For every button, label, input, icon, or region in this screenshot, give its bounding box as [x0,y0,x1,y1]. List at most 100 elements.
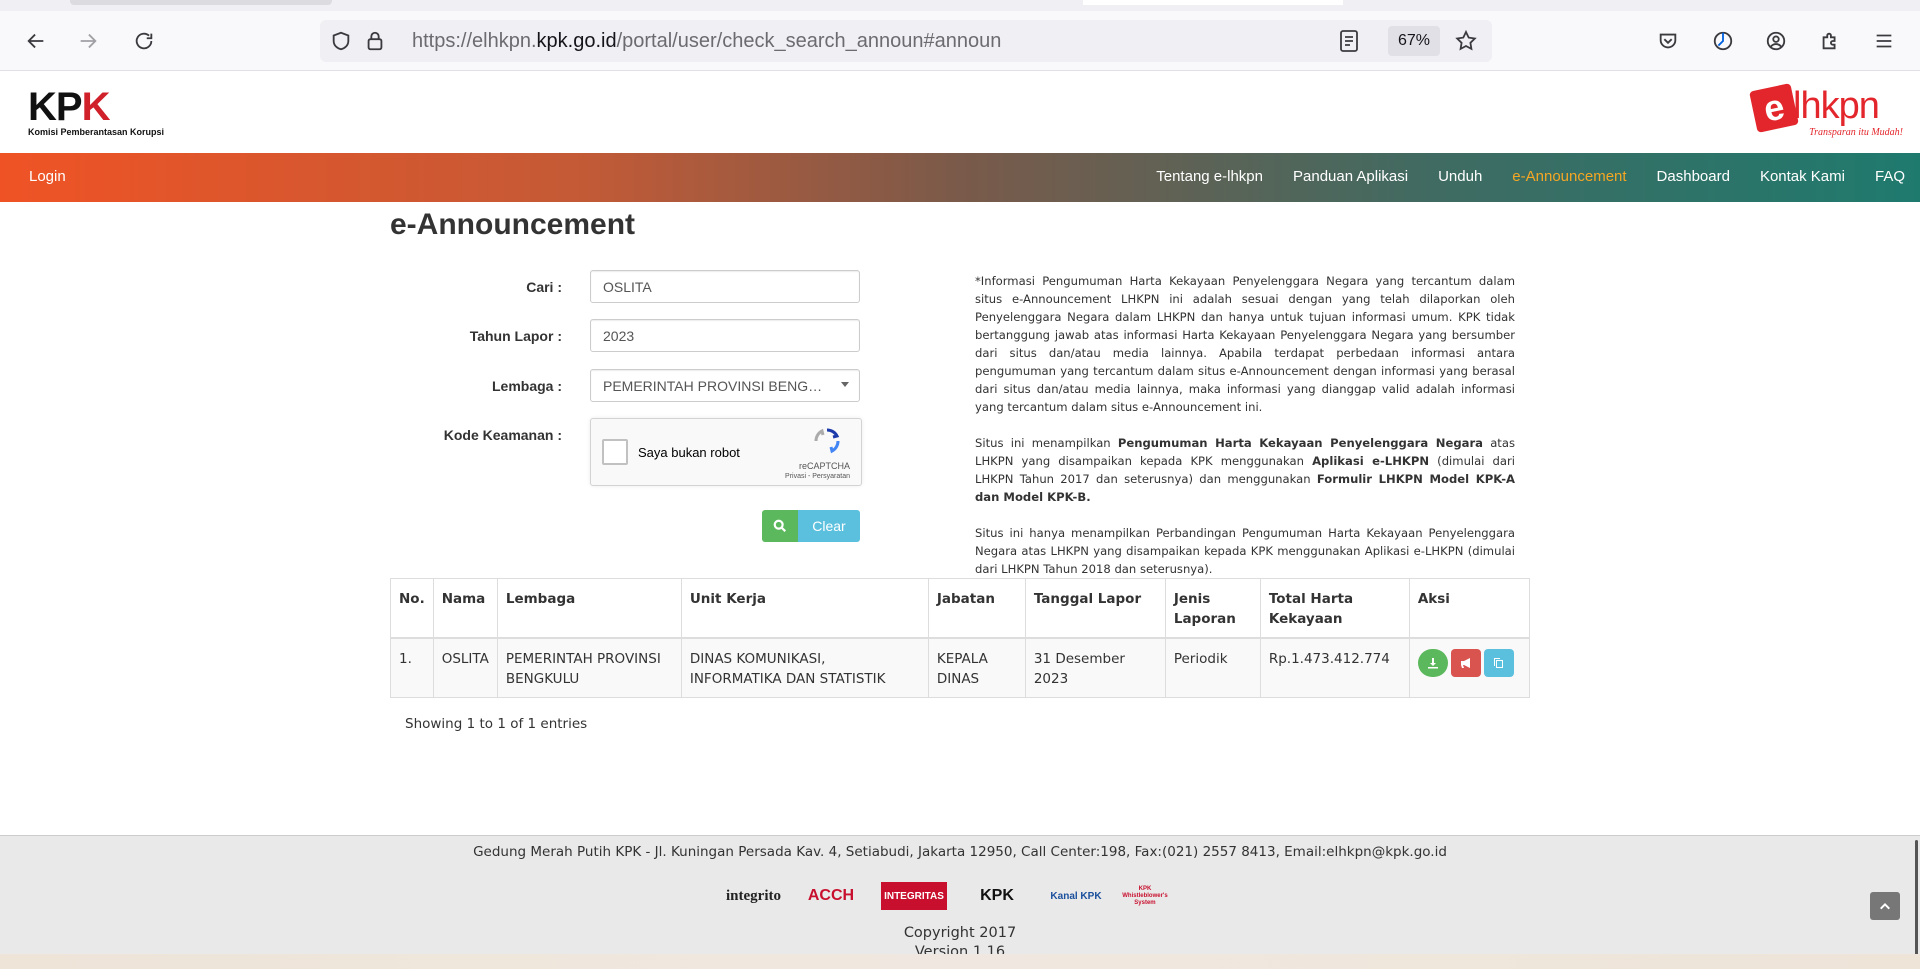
cell-unit-kerja: DINAS KOMUNIKASI, INFORMATIKA DAN STATIS… [680,637,929,698]
col-header-no[interactable]: No. [390,578,434,639]
site-footer: Gedung Merah Putih KPK - Jl. Kuningan Pe… [0,835,1920,969]
recaptcha-terms-link[interactable]: Privasi - Persyaratan [785,473,850,480]
tahun-lapor-input[interactable]: 2023 [590,319,860,352]
account-icon [1766,31,1786,51]
menu-button[interactable] [1868,25,1900,57]
nav-item-panduan[interactable]: Panduan Aplikasi [1293,168,1408,185]
disclaimer-paragraph-1: *Informasi Pengumuman Harta Kekayaan Pen… [975,274,1515,414]
browser-toolbar: https://elhkpn.kpk.go.id/portal/user/che… [0,11,1920,71]
recaptcha-checkbox[interactable] [602,439,628,465]
col-header-lembaga[interactable]: Lembaga [496,578,682,639]
url-text[interactable]: https://elhkpn.kpk.go.id/portal/user/che… [412,30,1001,53]
back-arrow-icon [27,33,44,49]
col-header-unit-kerja[interactable]: Unit Kerja [680,578,929,639]
recaptcha-logo-icon [814,428,840,454]
url-domain: kpk.go.id [536,30,617,52]
lembaga-selected-value: PEMERINTAH PROVINSI BENGKULU [603,378,823,394]
hamburger-icon [1876,34,1892,48]
compare-button[interactable] [1483,649,1514,677]
footer-version: Version 1.16 [914,944,1006,954]
elhkpn-logo[interactable]: e lhkpn Transparan itu Mudah! [1749,83,1903,138]
col-header-jenis-laporan[interactable]: Jenis Laporan [1164,578,1261,639]
col-header-total-harta[interactable]: Total Harta Kekayaan [1259,578,1410,639]
form-row-cari: Cari : OSLITA [390,270,860,306]
puzzle-icon [1822,32,1836,50]
disclaimer-bold-text: Aplikasi e-LHKPN [1312,454,1430,468]
browser-tab-active[interactable] [1083,0,1343,5]
kode-keamanan-label: Kode Keamanan : [443,427,562,443]
acch-logo[interactable]: ACCH [799,882,863,910]
chevron-up-icon [1880,903,1890,910]
url-prefix: https://elhkpn. [412,30,537,52]
chevron-down-icon [841,382,849,387]
kanal-kpk-logo[interactable]: Kanal KPK [1047,882,1105,910]
recaptcha-brand: reCAPTCHA [798,461,850,471]
nav-menu: Tentang e-lhkpn Panduan Aplikasi Unduh e… [1126,168,1905,185]
back-button[interactable] [20,25,52,57]
page-scrollbar[interactable] [1915,840,1918,968]
taskbar-strip [0,954,1920,969]
nav-item-dashboard[interactable]: Dashboard [1657,168,1730,185]
site-header: KPK Komisi Pemberantasan Korupsi e lhkpn… [0,71,1920,153]
cell-lembaga: PEMERINTAH PROVINSI BENGKULU [496,637,682,698]
scroll-to-top-button[interactable] [1870,892,1900,920]
col-header-aksi: Aksi [1408,578,1531,639]
disclaimer-text: Situs ini menampilkan [975,436,1118,450]
address-bar[interactable]: https://elhkpn.kpk.go.id/portal/user/che… [320,20,1492,62]
download-progress-button[interactable] [1707,25,1739,57]
tracking-shield-icon[interactable] [330,30,352,52]
cell-total-harta: Rp.1.473.412.774 [1259,637,1410,698]
table-row: 1. OSLITA PEMERINTAH PROVINSI BENGKULU D… [390,637,1531,698]
extensions-button[interactable] [1814,25,1846,57]
announce-button[interactable] [1450,649,1481,677]
elhkpn-tagline: Transparan itu Mudah! [1809,127,1903,138]
reload-button[interactable] [128,25,160,57]
whistleblower-system-logo[interactable]: KPK Whistleblower's System [1122,882,1167,910]
download-button[interactable] [1417,649,1448,677]
search-button[interactable] [762,510,798,542]
cell-aksi [1408,637,1531,698]
browser-tab[interactable] [70,0,332,5]
kpk-logo-subtitle: Komisi Pemberantasan Korupsi [28,127,165,137]
col-header-nama[interactable]: Nama [432,578,498,639]
forward-button[interactable] [72,25,104,57]
kpk-acl-logo[interactable]: KPK [965,882,1029,910]
browser-tab-strip [0,0,1920,11]
elhkpn-logo-text: lhkpn [1793,85,1880,127]
col-header-jabatan[interactable]: Jabatan [927,578,1026,639]
kpk-logo[interactable]: KPK Komisi Pemberantasan Korupsi [28,87,165,137]
megaphone-icon [1460,658,1470,668]
pocket-button[interactable] [1652,25,1684,57]
lock-icon[interactable] [364,30,386,52]
form-row-captcha: Kode Keamanan : Saya bukan robot reCAPTC… [390,418,862,488]
footer-copyright: Copyright 2017 [903,925,1017,941]
clear-button[interactable]: Clear [798,510,860,542]
account-button[interactable] [1760,25,1792,57]
cari-input[interactable]: OSLITA [590,270,860,303]
reload-icon [135,32,153,50]
nav-item-unduh[interactable]: Unduh [1438,168,1482,185]
main-navbar: Login Tentang e-lhkpn Panduan Aplikasi U… [0,153,1920,202]
reader-view-icon[interactable] [1338,29,1362,53]
nav-item-kontak[interactable]: Kontak Kami [1760,168,1845,185]
results-table: No. Nama Lembaga Unit Kerja Jabatan Tang… [390,578,1531,698]
nav-item-faq[interactable]: FAQ [1875,168,1905,185]
integrito-logo[interactable]: integrito [726,888,781,905]
footer-address: Gedung Merah Putih KPK - Jl. Kuningan Pe… [473,844,1447,860]
forward-arrow-icon [80,33,97,49]
footer-logos: integrito ACCH INTEGRITAS KPK Kanal KPK … [726,882,1168,910]
integritas-logo[interactable]: INTEGRITAS [880,882,947,910]
download-icon [1427,658,1438,669]
zoom-level-badge[interactable]: 67% [1388,26,1440,56]
col-header-tanggal-lapor[interactable]: Tanggal Lapor [1024,578,1166,639]
download-progress-icon [1713,31,1733,51]
bookmark-star-icon[interactable] [1454,29,1478,53]
nav-item-e-announcement[interactable]: e-Announcement [1512,168,1626,185]
lembaga-select[interactable]: PEMERINTAH PROVINSI BENGKULU [590,369,860,402]
disclaimer-info: *Informasi Pengumuman Harta Kekayaan Pen… [975,272,1515,596]
nav-login[interactable]: Login [29,168,66,185]
cell-jabatan: KEPALA DINAS [927,637,1026,698]
disclaimer-paragraph-3: Situs ini hanya menampilkan Perbandingan… [975,526,1515,576]
kpk-logo-text: KP [28,85,83,129]
nav-item-tentang[interactable]: Tentang e-lhkpn [1156,168,1263,185]
